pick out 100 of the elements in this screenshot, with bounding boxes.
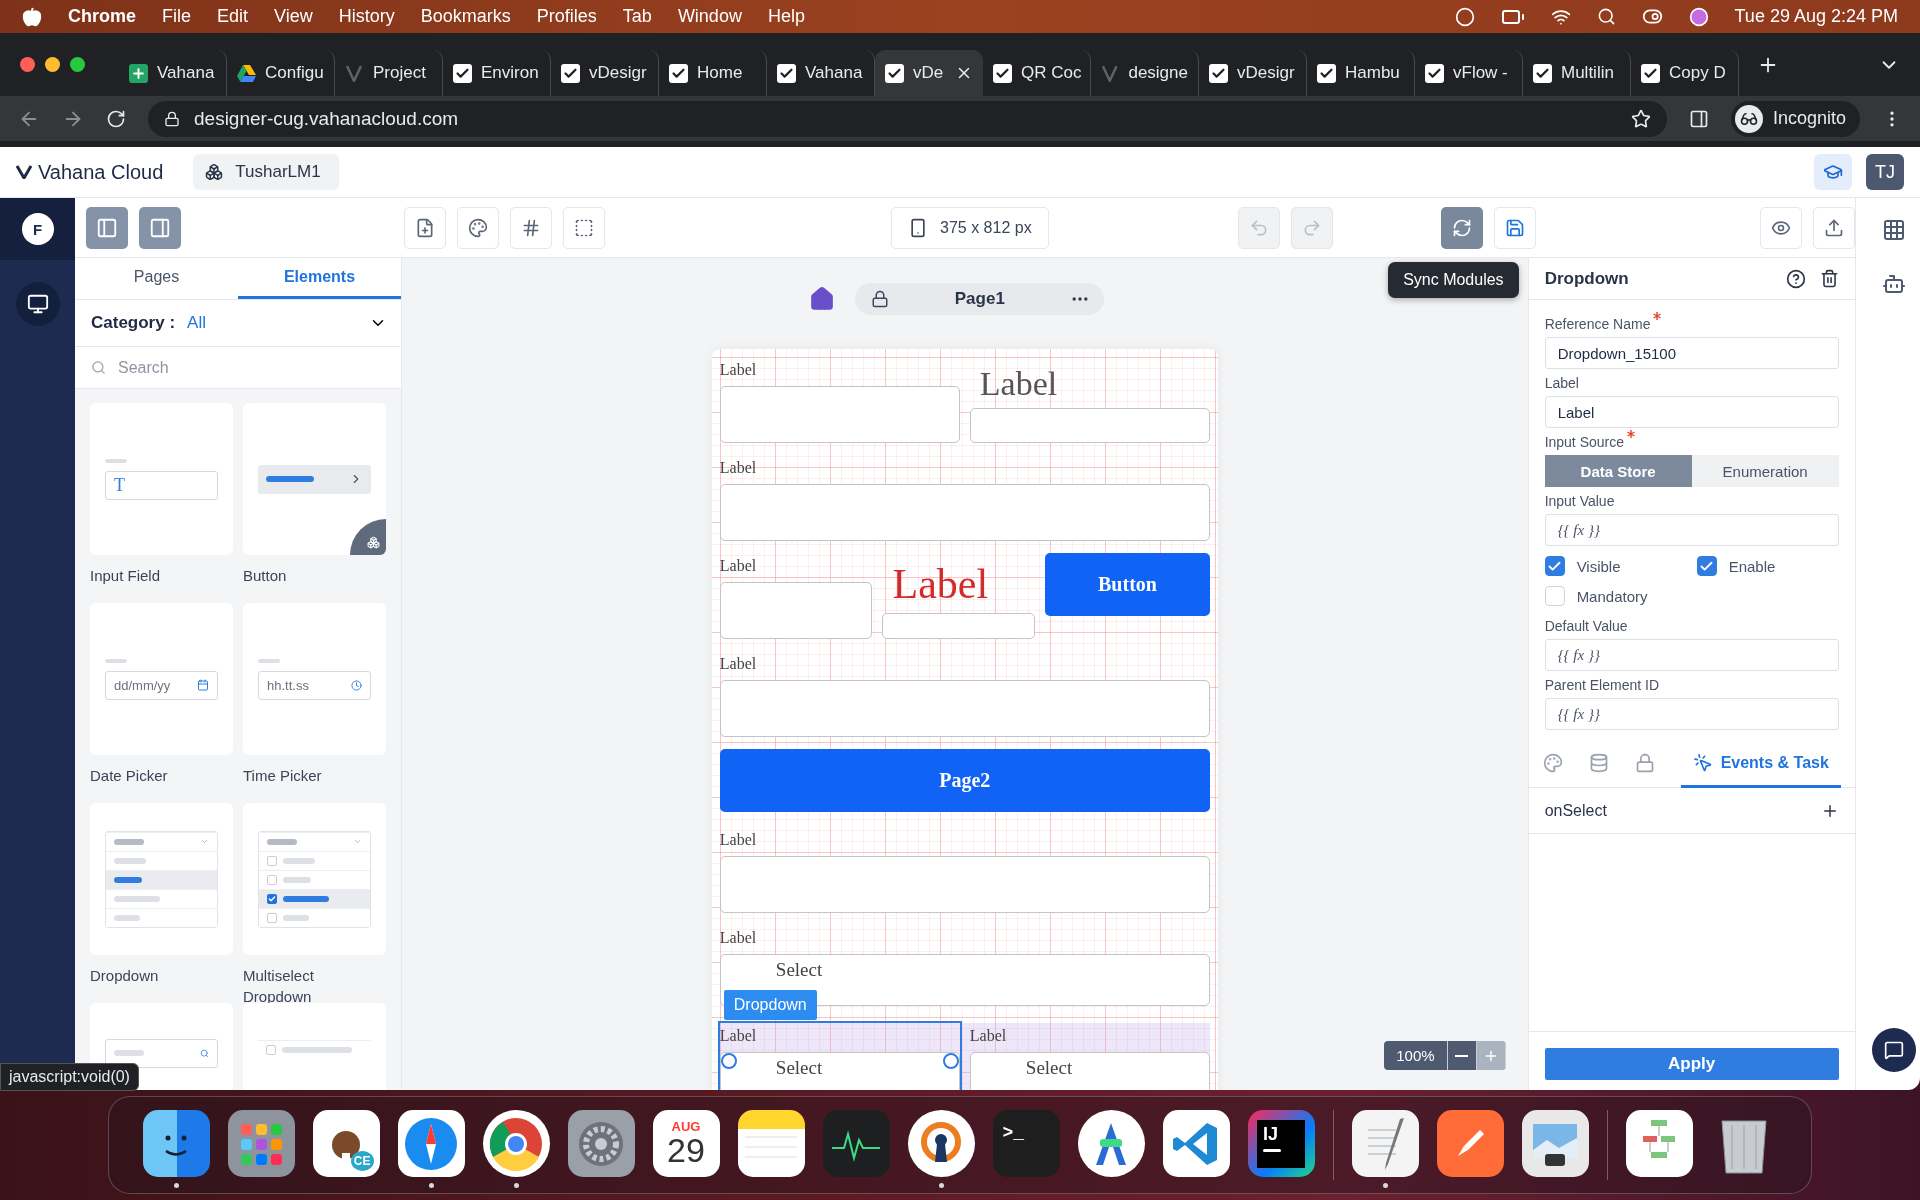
home-icon[interactable] [809, 286, 836, 312]
element-card[interactable]: T [90, 403, 233, 555]
field-label: Label [719, 1026, 758, 1046]
preview-text: T [114, 474, 125, 496]
learn-button[interactable] [1814, 154, 1852, 190]
field-label: Label [719, 654, 758, 674]
preview-button[interactable] [1759, 206, 1802, 249]
input-field[interactable] [969, 408, 1210, 443]
workspace-avatar[interactable]: F [21, 213, 54, 245]
zoom-out-button[interactable] [1447, 1041, 1477, 1070]
menu-item[interactable]: Chrome [68, 6, 136, 27]
chat-button[interactable] [1871, 1028, 1916, 1072]
help-icon[interactable] [1785, 268, 1806, 289]
reload-icon[interactable] [106, 108, 126, 129]
calendar-icon [197, 679, 209, 691]
side-panel-icon[interactable] [1688, 108, 1709, 129]
input-field[interactable] [719, 581, 873, 639]
menu-item[interactable]: Tab [622, 6, 652, 27]
menu-item[interactable]: View [274, 6, 313, 27]
zoom-button[interactable] [70, 57, 85, 72]
category-selector[interactable]: Category : All [75, 300, 401, 347]
file-plus-icon [415, 217, 435, 238]
browser-tab[interactable]: vDe [875, 50, 983, 96]
code-ribbon-icon[interactable] [1162, 1110, 1230, 1177]
compass-icon[interactable] [397, 1110, 465, 1177]
workspace-selector[interactable]: TusharLM1 [193, 154, 339, 190]
app-grid-icon[interactable] [227, 1110, 295, 1177]
checkmark-icon [993, 63, 1012, 83]
menu-item[interactable]: History [338, 6, 395, 27]
minimize-button[interactable] [45, 57, 60, 72]
terminal-icon[interactable]: >_ [992, 1110, 1060, 1177]
gear-icon[interactable] [567, 1110, 635, 1177]
photo-stack-icon[interactable] [1521, 1110, 1589, 1177]
input-field[interactable] [719, 679, 1210, 737]
search-field[interactable]: Search [116, 347, 385, 388]
notepad-icon[interactable] [737, 1110, 805, 1177]
text-field[interactable]: Label [1544, 396, 1839, 428]
status-icon[interactable] [1454, 6, 1475, 27]
property-tab[interactable]: Events & Task [1680, 741, 1841, 788]
input-field[interactable] [719, 855, 1210, 913]
pulse-monitor-icon[interactable] [822, 1110, 890, 1177]
page-selector[interactable]: Page1 [855, 283, 1105, 315]
address-bar[interactable]: designer-cug.vahanacloud.com [148, 100, 1667, 137]
menu-item[interactable]: Help [767, 6, 805, 27]
menu-item[interactable]: Window [677, 6, 742, 27]
url-tooltip: javascript:void(0) [0, 1063, 139, 1091]
add-page-button[interactable] [404, 206, 446, 249]
search-icon[interactable] [1596, 7, 1616, 26]
apply-button[interactable]: Apply [1544, 1048, 1839, 1080]
field-label: Reference Name [1544, 316, 1651, 332]
element-card[interactable]: dd/mm/yy [90, 603, 233, 755]
element-card[interactable]: hh.tt.ss [243, 603, 386, 755]
rocket-icon[interactable] [1436, 1110, 1504, 1177]
apps-grid-icon[interactable] [1881, 218, 1906, 242]
delete-icon[interactable] [1819, 269, 1839, 288]
input-field[interactable] [882, 613, 1036, 639]
select-area-button[interactable] [563, 206, 605, 249]
publish-button[interactable] [1812, 206, 1855, 249]
calendar-icon[interactable]: AUG 29 [652, 1110, 720, 1177]
left-panel-toggle[interactable] [86, 206, 128, 249]
orb-icon[interactable] [1688, 6, 1709, 27]
source-option[interactable]: Enumeration [1691, 455, 1839, 487]
input-field[interactable] [719, 483, 1210, 541]
close-window-button[interactable] [20, 57, 35, 72]
field-label: Input Source [1544, 434, 1624, 450]
grid-button[interactable] [510, 206, 552, 249]
menu-item[interactable]: Profiles [536, 6, 597, 27]
bookmark-icon[interactable] [1630, 108, 1651, 129]
apple-icon[interactable] [22, 6, 42, 27]
profile-button[interactable]: Incognito [1730, 100, 1860, 137]
code-editor-icon[interactable]: IJ [1247, 1110, 1315, 1177]
checkbox[interactable] [1544, 556, 1565, 576]
checkbox[interactable] [1696, 556, 1717, 576]
device-size-selector[interactable]: 375 x 812 px [891, 206, 1049, 249]
menu-item[interactable]: File [162, 6, 192, 27]
palette-button[interactable] [457, 206, 499, 249]
formula-field[interactable]: {{ fx }} [1544, 514, 1839, 546]
smiling-face-icon[interactable] [142, 1110, 210, 1177]
flowchart-document-icon[interactable] [1625, 1110, 1693, 1177]
clock[interactable]: Tue 29 Aug 2:24 PM [1734, 6, 1898, 27]
text-field[interactable]: Dropdown_15100 [1544, 337, 1839, 369]
checkmark-icon [1641, 63, 1660, 83]
right-panel-toggle[interactable] [139, 206, 181, 249]
designer-button[interactable] [15, 282, 60, 326]
formula-field[interactable]: {{ fx }} [1544, 698, 1839, 730]
select-field[interactable]: Select [969, 1051, 1210, 1090]
user-avatar[interactable]: TJ [1866, 154, 1904, 190]
input-field[interactable] [719, 385, 960, 443]
save-button[interactable] [1493, 206, 1536, 249]
pen-and-paper-icon[interactable] [1351, 1110, 1419, 1177]
robot-icon[interactable] [1881, 272, 1906, 296]
page-button[interactable]: Button [1045, 553, 1210, 616]
preview-text: dd/mm/yy [114, 677, 171, 693]
source-option[interactable]: Data Store [1544, 455, 1692, 487]
select-field[interactable]: Select [719, 1051, 960, 1090]
sync-button[interactable] [1440, 206, 1483, 249]
formula-field[interactable]: {{ fx }} [1544, 639, 1839, 671]
page-button[interactable]: Page2 [719, 749, 1210, 812]
menu-item[interactable]: Edit [217, 6, 249, 27]
menu-item[interactable]: Bookmarks [420, 6, 511, 27]
